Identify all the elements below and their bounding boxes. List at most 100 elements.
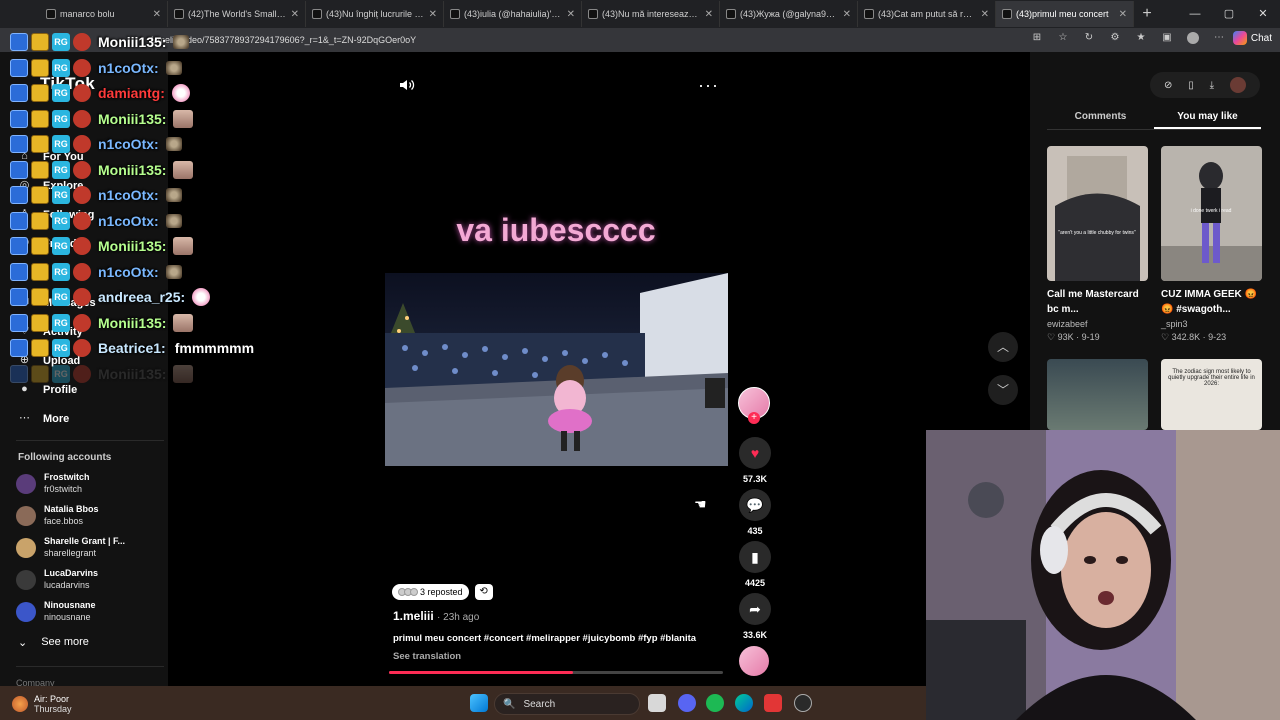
- weather-widget[interactable]: Air: Poor Thursday: [12, 694, 72, 714]
- browser-tab[interactable]: (43)Cat am putut să rad #kc ✕: [858, 1, 996, 27]
- following-accounts-heading: Following accounts: [18, 452, 112, 463]
- recommended-video-card[interactable]: The zodiac sign most likely to quietly u…: [1161, 359, 1262, 430]
- repost-avatars: [398, 588, 418, 596]
- browser-tab[interactable]: (43)iulia (@hahaiulia)'s video ✕: [444, 1, 582, 27]
- video-thumbnail[interactable]: "aren't you a little chubby for twins": [1047, 146, 1148, 281]
- nav-item-following[interactable]: ♙ Following: [18, 208, 95, 221]
- close-tab-icon[interactable]: ✕: [153, 9, 161, 20]
- repost-icon[interactable]: ⟲: [474, 584, 493, 600]
- following-icon: ♙: [19, 208, 30, 220]
- author-name[interactable]: 1.meliii: [393, 609, 434, 623]
- messages-icon: ✉: [19, 296, 30, 308]
- tab-title: (43)Cat am putut să rad #kc: [878, 9, 977, 19]
- card-user[interactable]: _spin3: [1161, 319, 1262, 329]
- recommended-video-card[interactable]: i done twerk i read CUZ IMMA GEEK 😡😡 #sw…: [1161, 146, 1262, 343]
- edge-icon[interactable]: [735, 694, 753, 712]
- browser-tab[interactable]: (42)The World's Smallest Sc ✕: [168, 1, 306, 27]
- tiktok-logo[interactable]: TikTok: [40, 74, 95, 94]
- taskbar-search[interactable]: 🔍 Search: [494, 693, 640, 715]
- card-title[interactable]: Call me Mastercard bc m...: [1047, 287, 1148, 317]
- video-more-options-icon[interactable]: ···: [698, 75, 719, 96]
- video-thumbnail[interactable]: The zodiac sign most likely to quietly u…: [1161, 359, 1262, 430]
- following-account[interactable]: Ninousnane ninousnane: [16, 600, 156, 626]
- browser-tab[interactable]: (43)primul meu concert ✕: [996, 1, 1134, 27]
- url-field[interactable]: 1.meliii/video/7583778937294179606?_r=1&…: [150, 32, 1060, 48]
- nav-item-activity[interactable]: ♡ Activity: [18, 325, 83, 338]
- following-account[interactable]: Frostwitch fr0stwitch: [16, 472, 156, 498]
- video-thumbnail[interactable]: [1047, 359, 1148, 430]
- menu-dots-icon[interactable]: ⋯: [1213, 32, 1225, 44]
- profile-avatar[interactable]: [1187, 32, 1199, 44]
- video-progress-bar[interactable]: [389, 671, 723, 674]
- close-tab-icon[interactable]: ✕: [291, 9, 299, 20]
- follow-plus-icon[interactable]: +: [748, 412, 760, 424]
- favorites-icon[interactable]: ★: [1135, 32, 1147, 44]
- video-player[interactable]: [385, 273, 728, 466]
- close-tab-icon[interactable]: ✕: [981, 9, 989, 20]
- browser-tab[interactable]: manarco bolu ✕: [40, 1, 168, 27]
- browser-tab[interactable]: (43)Жужа (@galyna93)'s vid ✕: [720, 1, 858, 27]
- close-window-button[interactable]: ✕: [1246, 0, 1280, 28]
- card-user[interactable]: ewizabeef: [1047, 319, 1148, 329]
- copilot-chat-button[interactable]: Chat: [1232, 31, 1272, 45]
- save-button[interactable]: ▮ 4425: [738, 541, 772, 588]
- following-account[interactable]: LucaDarvins lucadarvins: [16, 568, 156, 594]
- see-more-button[interactable]: ⌄ See more: [18, 636, 89, 649]
- download-icon[interactable]: ⤓: [1210, 80, 1214, 91]
- video-author[interactable]: 1.meliii · 23h ago: [393, 609, 479, 623]
- next-video-button[interactable]: ﹀: [988, 375, 1018, 405]
- maximize-button[interactable]: ▢: [1212, 0, 1246, 28]
- collections-icon[interactable]: ▣: [1161, 32, 1173, 44]
- avatar: [16, 538, 36, 558]
- account-handle: lucadarvins: [44, 580, 90, 590]
- nav-item-for-you[interactable]: ⌂ For You: [18, 150, 84, 163]
- close-tab-icon[interactable]: ✕: [1119, 9, 1127, 20]
- close-tab-icon[interactable]: ✕: [705, 9, 713, 20]
- compass-icon[interactable]: ⊘: [1164, 80, 1172, 91]
- discord-icon[interactable]: [678, 694, 696, 712]
- nav-item-friends[interactable]: ⚇ Friends: [18, 237, 83, 250]
- phone-icon[interactable]: ▯: [1188, 80, 1194, 91]
- close-tab-icon[interactable]: ✕: [567, 9, 575, 20]
- nav-item-explore[interactable]: ◎ Explore: [18, 179, 84, 192]
- close-tab-icon[interactable]: ✕: [843, 9, 851, 20]
- comment-button[interactable]: 💬 435: [738, 489, 772, 536]
- recommended-video-card[interactable]: "aren't you a little chubby for twins" C…: [1047, 146, 1148, 343]
- share-button[interactable]: ➦ 33.6K: [738, 593, 772, 640]
- apps-icon[interactable]: ⊞: [1031, 32, 1043, 44]
- like-button[interactable]: ♥ 57.3K: [738, 437, 772, 484]
- tab-comments[interactable]: Comments: [1047, 108, 1154, 129]
- nav-item-profile[interactable]: ● Profile: [18, 383, 77, 396]
- nav-item-upload[interactable]: ⊕ Upload: [18, 354, 80, 367]
- refresh-icon[interactable]: ↻: [1083, 32, 1095, 44]
- browser-tab[interactable]: (43)Nu mă interesează de ce ✕: [582, 1, 720, 27]
- nav-item-more[interactable]: ⋯ More: [18, 412, 69, 425]
- following-account[interactable]: Natalia Bbos face.bbos: [16, 504, 156, 530]
- nav-item-messages[interactable]: ✉ Messages: [18, 296, 96, 309]
- card-title[interactable]: CUZ IMMA GEEK 😡😡 #swagoth...: [1161, 287, 1262, 317]
- repost-pill[interactable]: 3 reposted: [392, 584, 469, 600]
- see-translation-link[interactable]: See translation: [393, 651, 461, 662]
- minimize-button[interactable]: —: [1178, 0, 1212, 28]
- app-icon[interactable]: [764, 694, 782, 712]
- video-thumbnail[interactable]: i done twerk i read: [1161, 146, 1262, 281]
- new-tab-button[interactable]: +: [1134, 5, 1160, 23]
- nav-item-label: Upload: [43, 354, 81, 367]
- music-disc-avatar[interactable]: [739, 646, 769, 676]
- tab-you-may-like[interactable]: You may like: [1154, 108, 1261, 129]
- previous-video-button[interactable]: ︿: [988, 332, 1018, 362]
- user-avatar[interactable]: [1230, 77, 1246, 93]
- task-view-icon[interactable]: [648, 694, 666, 712]
- windows-start-icon[interactable]: [470, 694, 488, 712]
- recommended-video-card[interactable]: [1047, 359, 1148, 430]
- spotify-icon[interactable]: [706, 694, 724, 712]
- extensions-icon[interactable]: ⚙: [1109, 32, 1121, 44]
- volume-icon[interactable]: [399, 78, 415, 92]
- nav-item-label: For You: [43, 150, 84, 163]
- close-tab-icon[interactable]: ✕: [429, 9, 437, 20]
- following-account[interactable]: Sharelle Grant | F... sharellegrant: [16, 536, 156, 562]
- browser-tab[interactable]: (43)Nu înghiț lucrurile astea ✕: [306, 1, 444, 27]
- favorite-star-icon[interactable]: ☆: [1057, 32, 1069, 44]
- obs-icon[interactable]: [794, 694, 812, 712]
- account-handle: fr0stwitch: [44, 484, 83, 494]
